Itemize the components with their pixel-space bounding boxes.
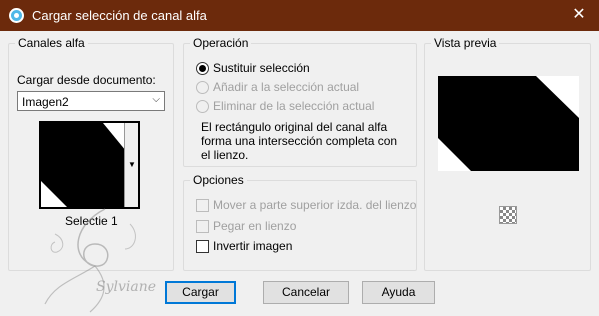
chevron-down-icon: ⌵ — [152, 94, 160, 105]
remove-selection-radio[interactable] — [196, 100, 209, 113]
move-top-left-label[interactable]: Mover a parte superior izda. del lienzo — [213, 198, 416, 212]
options-legend: Opciones — [190, 173, 247, 187]
invert-image-label[interactable]: Invertir imagen — [213, 239, 292, 253]
add-selection-label[interactable]: Añadir a la selección actual — [213, 80, 359, 94]
paste-canvas-label[interactable]: Pegar en lienzo — [213, 219, 296, 233]
app-icon — [9, 8, 24, 23]
dialog-body: Canales alfa Cargar desde documento: Ima… — [0, 31, 599, 316]
alpha-channels-legend: Canales alfa — [15, 36, 88, 50]
document-select-value: Imagen2 — [22, 95, 69, 109]
cancel-button[interactable]: Cancelar — [263, 281, 349, 304]
move-top-left-checkbox[interactable] — [196, 199, 209, 212]
paste-canvas-checkbox[interactable] — [196, 220, 209, 233]
load-button[interactable]: Cargar — [165, 281, 236, 304]
load-from-document-label: Cargar desde documento: — [17, 73, 156, 87]
add-selection-radio[interactable] — [196, 81, 209, 94]
description-line-2: forma una intersección completa con — [201, 134, 398, 148]
watermark-text: Sylviane — [96, 279, 157, 295]
invert-image-checkbox[interactable] — [196, 240, 209, 253]
checker-icon[interactable] — [499, 206, 517, 224]
preview-image — [438, 76, 579, 171]
help-button[interactable]: Ayuda — [362, 281, 435, 304]
preview-legend: Vista previa — [431, 36, 500, 50]
document-select[interactable]: Imagen2 ⌵ — [17, 91, 165, 111]
thumbnail-caption: Selectie 1 — [65, 214, 118, 228]
thumbnail-dropdown-button[interactable]: ▼ — [124, 123, 138, 207]
channel-thumbnail[interactable]: ▼ — [39, 121, 140, 209]
operation-legend: Operación — [190, 36, 252, 50]
preview-drawing — [438, 76, 579, 171]
window-title: Cargar selección de canal alfa — [32, 8, 207, 23]
remove-selection-label[interactable]: Eliminar de la selección actual — [213, 99, 374, 113]
thumbnail-image — [41, 123, 126, 207]
description-line-1: El rectángulo original del canal alfa — [201, 120, 388, 134]
close-icon[interactable]: ✕ — [559, 0, 599, 31]
replace-selection-radio[interactable] — [196, 62, 209, 75]
replace-selection-label[interactable]: Sustituir selección — [213, 61, 310, 75]
title-bar: Cargar selección de canal alfa ✕ — [0, 0, 599, 31]
description-line-3: el lienzo. — [201, 148, 249, 162]
caret-down-icon: ▼ — [128, 160, 136, 169]
